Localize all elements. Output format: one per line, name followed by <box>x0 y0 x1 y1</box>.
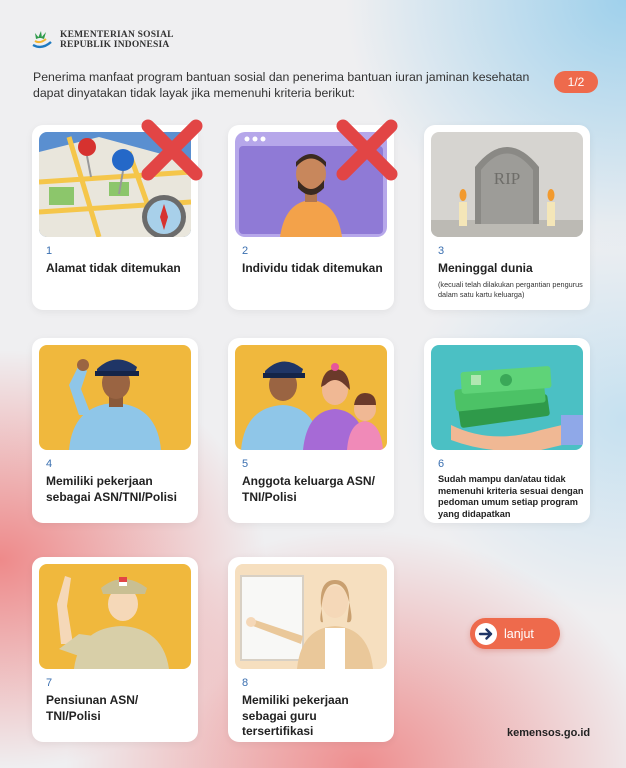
logo-line-1: KEMENTERIAN SOSIAL <box>60 30 174 40</box>
criteria-card-7: 7 Pensiunan ASN/ TNI/Polisi <box>32 557 198 742</box>
retiree-illustration <box>39 564 191 669</box>
police-officer-illustration <box>39 345 191 450</box>
card-title: Individu tidak ditemukan <box>242 261 383 275</box>
card-title: Anggota keluarga ASN/ TNI/Polisi <box>242 474 375 504</box>
criteria-card-4: 4 Memiliki pekerjaan sebagai ASN/TNI/Pol… <box>32 338 198 523</box>
card-number: 5 <box>242 458 249 470</box>
arrow-right-icon <box>475 622 497 645</box>
card-title: Sudah mampu dan/atau tidak memenuhi krit… <box>438 474 584 519</box>
criteria-card-5: 5 Anggota keluarga ASN/ TNI/Polisi <box>228 338 394 523</box>
card-number: 6 <box>438 458 445 470</box>
card-title: Alamat tidak ditemukan <box>46 261 181 275</box>
card-number: 2 <box>242 245 249 257</box>
criteria-card-6: 6 Sudah mampu dan/atau tidak memenuhi kr… <box>424 338 590 523</box>
card-number: 3 <box>438 245 445 257</box>
card-title: Meninggal dunia <box>438 261 533 275</box>
ministry-logo: KEMENTERIAN SOSIAL REPUBLIK INDONESIA <box>30 28 174 52</box>
card-number: 4 <box>46 458 53 470</box>
teacher-illustration <box>235 564 387 669</box>
card-note: (kecuali telah dilakukan pergantian peng… <box>438 280 583 299</box>
card-title: Memiliki pekerjaan sebagai ASN/TNI/Polis… <box>46 474 177 504</box>
criteria-card-3: RIP 3 Meninggal dunia (kecuali telah dil… <box>424 125 590 310</box>
money-hand-illustration <box>431 345 583 450</box>
card-title: Pensiunan ASN/ TNI/Polisi <box>46 693 139 723</box>
tombstone-illustration: RIP <box>431 132 583 237</box>
criteria-card-8: 8 Memiliki pekerjaan sebagai guru terser… <box>228 557 394 742</box>
card-number: 7 <box>46 677 53 689</box>
red-x-icon <box>141 119 203 181</box>
card-title: Memiliki pekerjaan sebagai guru terserti… <box>242 693 349 738</box>
next-button[interactable]: lanjut <box>470 618 560 649</box>
website-url: kemensos.go.id <box>507 727 591 739</box>
rip-text: RIP <box>494 169 520 188</box>
next-button-label: lanjut <box>504 626 534 641</box>
kemensos-logo-icon <box>32 31 52 49</box>
card-number: 1 <box>46 245 53 257</box>
family-illustration <box>235 345 387 450</box>
logo-text: KEMENTERIAN SOSIAL REPUBLIK INDONESIA <box>60 30 174 50</box>
red-x-icon <box>336 119 398 181</box>
logo-line-2: REPUBLIK INDONESIA <box>60 40 170 50</box>
intro-text: Penerima manfaat program bantuan sosial … <box>33 70 530 100</box>
page-indicator: 1/2 <box>554 71 598 93</box>
card-number: 8 <box>242 677 249 689</box>
